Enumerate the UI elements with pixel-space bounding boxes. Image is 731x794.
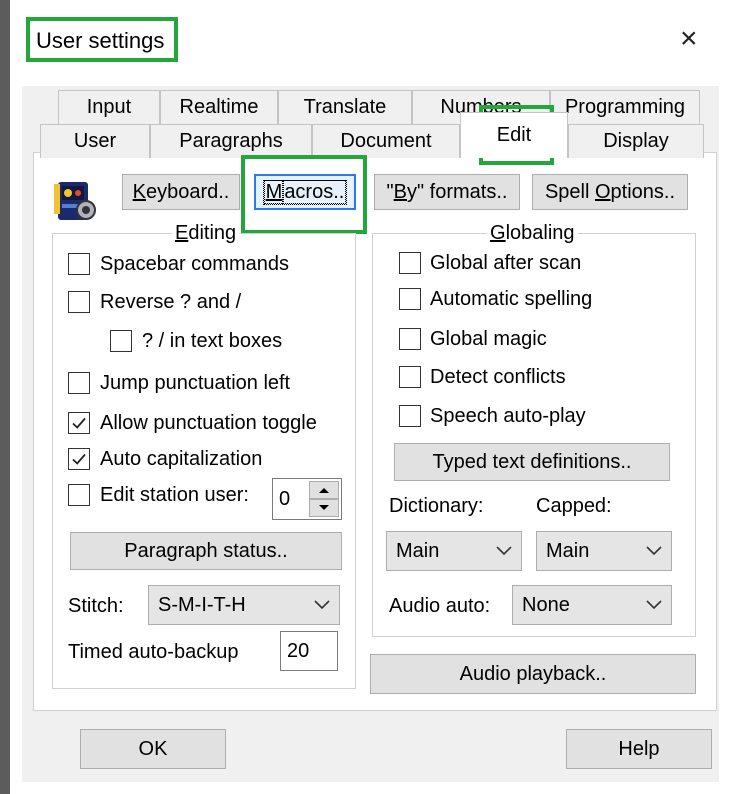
spin-up-icon[interactable] [309,481,339,499]
chevron-down-icon [646,546,662,556]
audio-playback-button[interactable]: Audio playback.. [370,654,696,694]
allow-punctuation-checkbox[interactable] [68,412,90,434]
editing-group-title: Editing [172,222,240,244]
detect-conflicts-label: Detect conflicts [430,366,566,388]
checkmark-icon [72,417,86,429]
stitch-label: Stitch: [68,595,124,617]
spacebar-commands-label: Spacebar commands [100,253,289,275]
tab-user[interactable]: User [40,124,150,158]
auto-capitalization-label: Auto capitalization [100,448,263,470]
tab-paragraphs[interactable]: Paragraphs [150,124,312,158]
tab-programming[interactable]: Programming [550,90,700,124]
speech-auto-play-checkbox[interactable] [399,405,421,427]
tab-document[interactable]: Document [312,124,460,158]
app-icon [50,174,102,226]
paragraph-status-button[interactable]: Paragraph status.. [70,532,342,570]
jump-punctuation-label: Jump punctuation left [100,372,291,394]
global-after-scan-label: Global after scan [430,252,582,274]
chevron-down-icon [496,546,512,556]
allow-punctuation-label: Allow punctuation toggle [100,412,317,434]
close-icon[interactable]: × [680,24,698,54]
spacebar-commands-checkbox[interactable] [68,253,90,275]
edit-station-user-label: Edit station user: [100,484,249,506]
window-title: User settings [36,28,165,53]
window-frame-edge [0,0,10,794]
chevron-down-icon [314,600,330,610]
in-text-boxes-label: ? / in text boxes [142,330,283,352]
tab-display[interactable]: Display [568,124,704,158]
speech-auto-play-label: Speech auto-play [430,405,586,427]
typed-text-definitions-button[interactable]: Typed text definitions.. [394,443,670,481]
automatic-spelling-checkbox[interactable] [399,288,421,310]
global-magic-label: Global magic [430,328,547,350]
by-formats-button[interactable]: "By" formats.. [374,174,520,210]
jump-punctuation-checkbox[interactable] [68,372,90,394]
global-magic-checkbox[interactable] [399,328,421,350]
checkmark-icon [72,453,86,465]
timed-auto-backup-label: Timed auto-backup [68,641,239,663]
help-button[interactable]: Help [566,729,712,769]
dictionary-label: Dictionary: [389,495,484,517]
tab-realtime[interactable]: Realtime [160,90,278,124]
audio-auto-select[interactable]: None [512,585,672,625]
macros-button[interactable]: Macros.. [254,174,356,210]
globaling-group-title: Globaling [487,222,578,244]
reverse-checkbox[interactable] [68,291,90,313]
keyboard-button[interactable]: Keyboard.. [122,174,240,210]
tab-input[interactable]: Input [58,90,160,124]
spell-options-button[interactable]: Spell Options.. [532,174,688,210]
spin-down-icon[interactable] [309,499,339,517]
chevron-down-icon [646,600,662,610]
detect-conflicts-checkbox[interactable] [399,366,421,388]
stitch-select[interactable]: S-M-I-T-H [148,585,340,625]
reverse-label: Reverse ? and / [100,291,242,313]
in-text-boxes-checkbox[interactable] [110,330,132,352]
ok-button[interactable]: OK [80,729,226,769]
capped-label: Capped: [536,495,612,517]
global-after-scan-checkbox[interactable] [399,252,421,274]
timed-auto-backup-input[interactable]: 20 [280,631,338,671]
auto-capitalization-checkbox[interactable] [68,448,90,470]
tab-edit[interactable]: Edit [460,112,568,158]
audio-auto-label: Audio auto: [389,595,491,617]
capped-select[interactable]: Main [536,531,672,571]
automatic-spelling-label: Automatic spelling [430,288,593,310]
station-user-value: 0 [279,487,291,510]
tab-translate[interactable]: Translate [278,90,412,124]
edit-station-user-checkbox[interactable] [68,484,90,506]
dictionary-select[interactable]: Main [386,531,522,571]
